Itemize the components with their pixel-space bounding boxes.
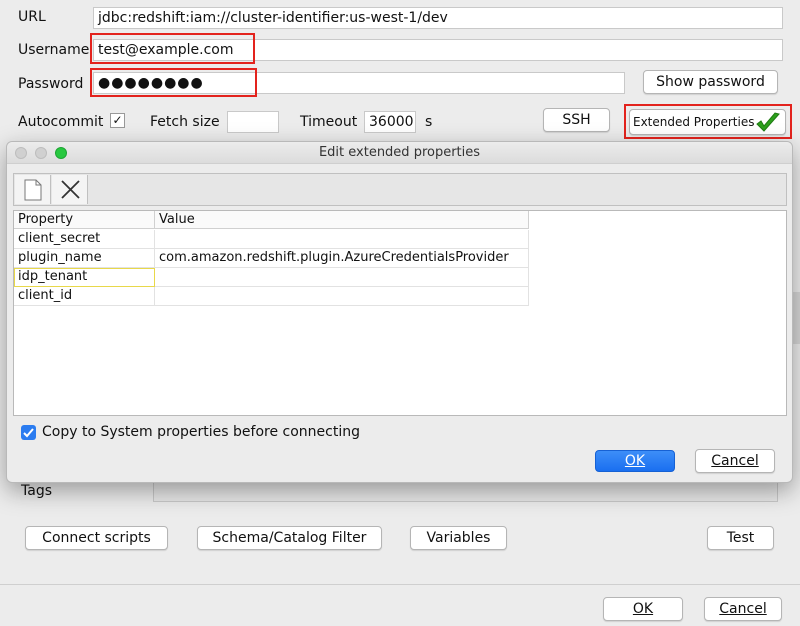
fetch-size-input[interactable] (227, 111, 279, 133)
value-column-header[interactable]: Value (155, 211, 529, 229)
timeout-input[interactable]: 36000 (364, 111, 416, 133)
autocommit-checkbox[interactable]: ✓ (110, 113, 125, 128)
tags-label: Tags (21, 483, 52, 499)
fetch-size-label: Fetch size (150, 114, 220, 130)
property-cell[interactable]: client_secret (14, 230, 155, 249)
username-label: Username (18, 42, 90, 58)
variables-button[interactable]: Variables (410, 526, 507, 550)
password-highlight (90, 68, 257, 97)
delete-property-button[interactable] (52, 175, 88, 204)
value-cell[interactable] (155, 287, 529, 306)
add-property-button[interactable] (15, 175, 51, 204)
new-document-icon (24, 179, 42, 201)
copy-system-checkbox[interactable] (21, 425, 36, 440)
dialog-titlebar: Edit extended properties (7, 142, 792, 164)
copy-system-label: Copy to System properties before connect… (42, 424, 360, 440)
value-cell[interactable]: com.amazon.redshift.plugin.AzureCredenti… (155, 249, 529, 268)
property-cell-selected[interactable]: idp_tenant (14, 268, 155, 287)
property-cell[interactable]: plugin_name (14, 249, 155, 268)
ssh-button[interactable]: SSH (543, 108, 610, 132)
password-label: Password (18, 76, 84, 92)
url-label: URL (18, 9, 46, 25)
property-cell[interactable]: client_id (14, 287, 155, 306)
dialog-cancel-button[interactable]: Cancel (695, 449, 775, 473)
extended-properties-highlight (624, 104, 792, 139)
main-cancel-button[interactable]: Cancel (704, 597, 782, 621)
properties-table: Property Value client_secret plugin_name… (13, 210, 787, 416)
value-cell[interactable] (155, 230, 529, 249)
scrollbar[interactable] (793, 292, 800, 344)
url-input[interactable]: jdbc:redshift:iam://cluster-identifier:u… (93, 7, 783, 29)
delete-x-icon (61, 180, 80, 199)
value-cell[interactable] (155, 268, 529, 287)
timeout-unit: s (425, 114, 433, 130)
extended-properties-dialog: Edit extended properties Property Value … (6, 141, 793, 483)
main-ok-button[interactable]: OK (603, 597, 683, 621)
dialog-ok-button[interactable]: OK (595, 450, 675, 472)
show-password-button[interactable]: Show password (643, 70, 778, 94)
autocommit-label: Autocommit (18, 114, 104, 130)
checkbox-check-icon (23, 428, 34, 438)
divider (0, 584, 800, 585)
username-highlight (90, 33, 255, 64)
schema-catalog-filter-button[interactable]: Schema/Catalog Filter (197, 526, 382, 550)
dialog-toolbar (13, 173, 787, 206)
property-column-header[interactable]: Property (14, 211, 155, 229)
connect-scripts-button[interactable]: Connect scripts (25, 526, 168, 550)
dialog-title: Edit extended properties (318, 145, 481, 160)
timeout-label: Timeout (300, 114, 358, 130)
test-button[interactable]: Test (707, 526, 774, 550)
